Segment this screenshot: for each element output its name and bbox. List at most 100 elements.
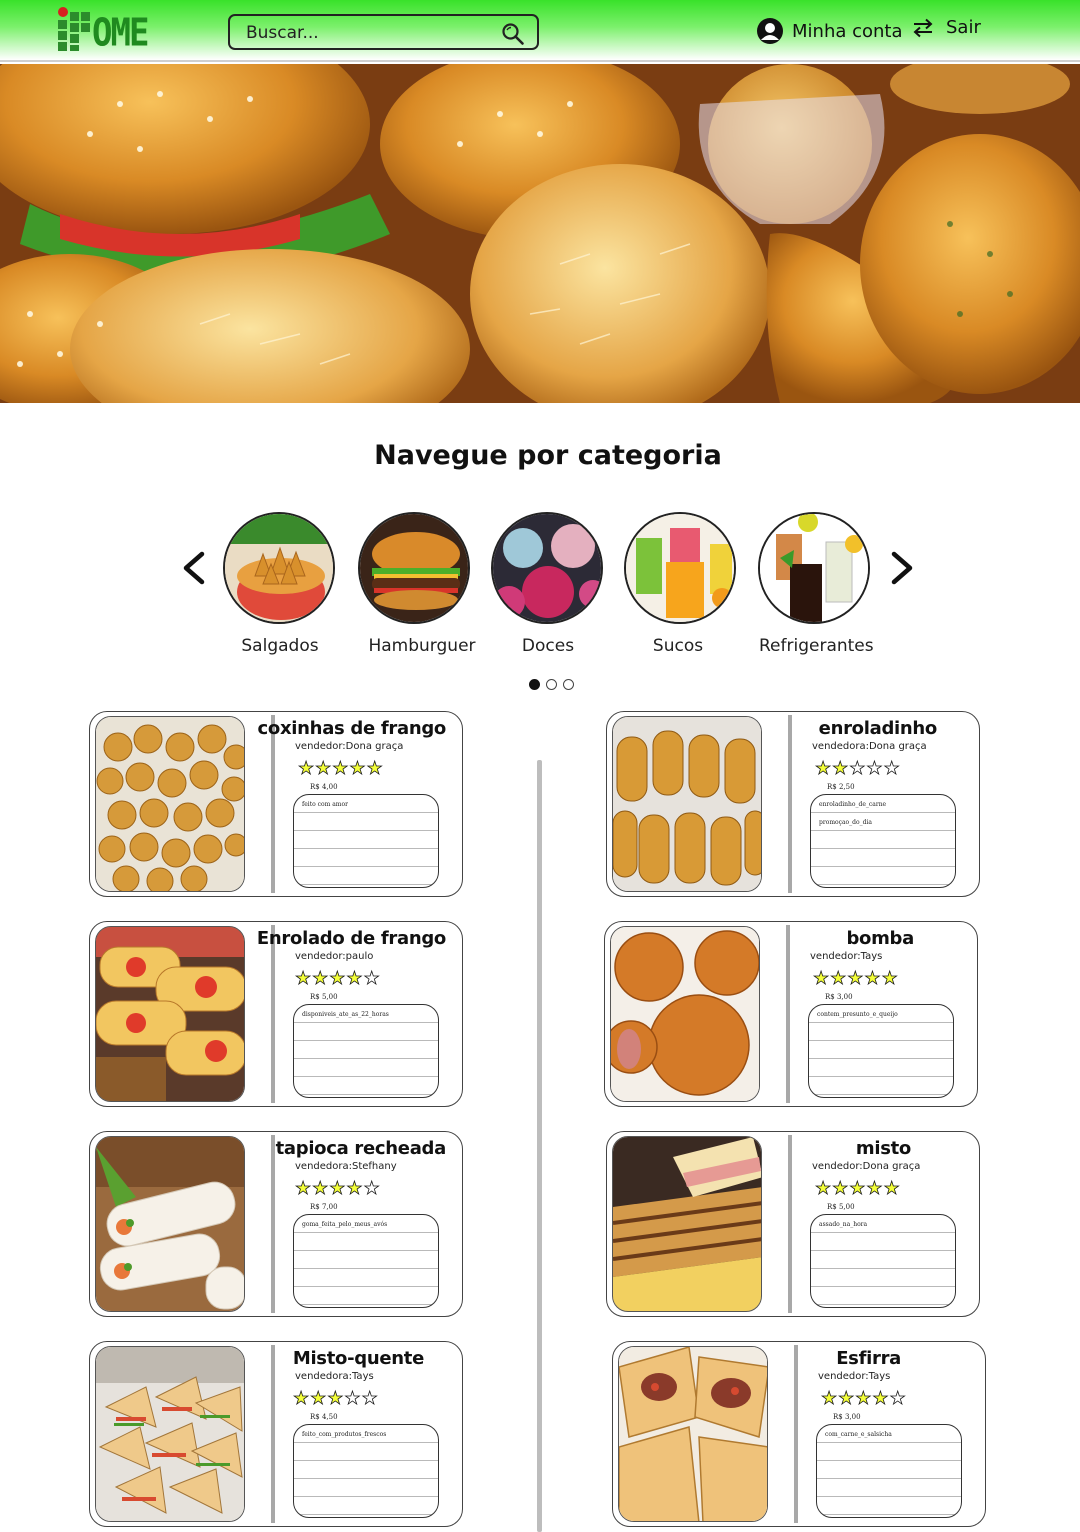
search-icon[interactable]: [501, 22, 525, 46]
carousel-dot-active[interactable]: [529, 679, 540, 690]
product-name: Enrolado de frango: [256, 928, 446, 949]
star-icon: ★: [363, 968, 381, 989]
product-photo: [610, 926, 760, 1102]
chevron-right-icon[interactable]: [888, 548, 918, 588]
product-seller: vendedor:Tays: [818, 1371, 891, 1382]
product-notes-box: feito_com_produtos_frescos: [293, 1424, 439, 1518]
product-card[interactable]: Esfirra vendedor:Tays ★★★★★ R$ 3,00 com_…: [612, 1341, 986, 1527]
product-price: R$ 3,00: [833, 1413, 861, 1421]
product-note-text: goma_feita_pelo_meus_avós: [302, 1221, 388, 1228]
product-note-text: disponiveis_ate_as_22_horas: [302, 1011, 389, 1018]
product-price: R$ 3,00: [825, 993, 853, 1001]
star-icon: ★: [830, 968, 848, 989]
star-icon: ★: [864, 968, 882, 989]
product-note-text: enroladinho_de_carne: [819, 801, 887, 808]
product-rating-stars: ★★★★★: [815, 758, 901, 779]
category-salgados-image[interactable]: [223, 512, 335, 624]
product-rating-stars: ★★★★★: [815, 1178, 901, 1199]
star-icon: ★: [293, 1388, 311, 1409]
product-photo: [95, 716, 245, 892]
star-icon: ★: [866, 1178, 884, 1199]
category-section-title: Navegue por categoria: [374, 440, 722, 471]
star-icon: ★: [295, 968, 313, 989]
column-divider: [537, 760, 542, 1532]
category-label: Refrigerantes: [759, 636, 873, 656]
product-photo: [612, 716, 762, 892]
category-sucos-image[interactable]: [624, 512, 736, 624]
card-divider: [271, 925, 275, 1103]
card-divider: [788, 715, 792, 893]
carousel-dot[interactable]: [563, 679, 574, 690]
product-notes-box: enroladinho_de_carne promoçao_do_dia: [810, 794, 956, 888]
category-refrigerantes-image[interactable]: [758, 512, 870, 624]
star-icon: ★: [849, 758, 867, 779]
product-seller: vendedora:Tays: [295, 1371, 374, 1382]
card-divider: [271, 1345, 275, 1523]
star-icon: ★: [838, 1388, 856, 1409]
account-link[interactable]: Minha conta: [756, 17, 903, 45]
product-photo: [95, 1346, 245, 1522]
star-icon: ★: [344, 1388, 362, 1409]
swap-arrows-icon: [913, 18, 933, 37]
star-icon: ★: [832, 758, 850, 779]
product-notes-box: goma_feita_pelo_meus_avós: [293, 1214, 439, 1308]
card-divider: [271, 1135, 275, 1313]
user-avatar-icon: [757, 18, 783, 44]
product-photo: [618, 1346, 768, 1522]
star-icon: ★: [847, 968, 865, 989]
product-seller: vendedor:Dona graça: [812, 1161, 921, 1172]
star-icon: ★: [366, 758, 384, 779]
carousel-dot[interactable]: [546, 679, 557, 690]
product-price: R$ 2,50: [827, 783, 855, 791]
product-photo: [95, 1136, 245, 1312]
star-icon: ★: [332, 758, 350, 779]
category-hamburguer-image[interactable]: [358, 512, 470, 624]
category-label: Sucos: [652, 636, 704, 656]
search-box[interactable]: [228, 14, 539, 50]
star-icon: ★: [821, 1388, 839, 1409]
product-card[interactable]: Misto-quente vendedora:Tays ★★★★★ R$ 4,5…: [89, 1341, 463, 1527]
product-rating-stars: ★★★★★: [821, 1388, 907, 1409]
product-card[interactable]: bomba vendedor:Tays ★★★★★ R$ 3,00 contem…: [604, 921, 978, 1107]
star-icon: ★: [315, 758, 333, 779]
product-rating-stars: ★★★★★: [295, 1178, 381, 1199]
product-card[interactable]: Enrolado de frango vendedor:paulo ★★★★★ …: [89, 921, 463, 1107]
product-card[interactable]: misto vendedor:Dona graça ★★★★★ R$ 5,00 …: [606, 1131, 980, 1317]
star-icon: ★: [889, 1388, 907, 1409]
star-icon: ★: [349, 758, 367, 779]
star-icon: ★: [329, 1178, 347, 1199]
star-icon: ★: [312, 1178, 330, 1199]
category-label: Doces: [521, 636, 575, 656]
product-name: Misto-quente: [292, 1348, 424, 1369]
star-icon: ★: [346, 1178, 364, 1199]
product-name: misto: [855, 1138, 911, 1159]
product-card[interactable]: coxinhas de frango vendedor:Dona graça ★…: [89, 711, 463, 897]
logout-label: Sair: [946, 17, 981, 38]
product-notes-box: feito com amor: [293, 794, 439, 888]
star-icon: ★: [883, 1178, 901, 1199]
product-notes-box: com_carne_e_salsicha: [816, 1424, 962, 1518]
star-icon: ★: [855, 1388, 873, 1409]
chevron-left-icon[interactable]: [178, 548, 208, 588]
product-rating-stars: ★★★★★: [293, 1388, 379, 1409]
product-note-text: com_carne_e_salsicha: [825, 1431, 892, 1438]
hero-banner-image: [0, 64, 1080, 403]
top-header: OME Minha conta Sair: [0, 0, 1080, 62]
product-card[interactable]: tapioca recheada vendedora:Stefhany ★★★★…: [89, 1131, 463, 1317]
star-icon: ★: [363, 1178, 381, 1199]
product-seller: vendedor:Tays: [810, 951, 883, 962]
product-rating-stars: ★★★★★: [295, 968, 381, 989]
category-doces-image[interactable]: [491, 512, 603, 624]
star-icon: ★: [312, 968, 330, 989]
star-icon: ★: [295, 1178, 313, 1199]
search-input[interactable]: [246, 21, 496, 45]
star-icon: ★: [361, 1388, 379, 1409]
product-note-text: feito com amor: [302, 801, 348, 808]
logout-link[interactable]: Sair: [912, 17, 981, 38]
star-icon: ★: [866, 758, 884, 779]
category-label: Salgados: [241, 636, 319, 656]
star-icon: ★: [310, 1388, 328, 1409]
star-icon: ★: [815, 1178, 833, 1199]
star-icon: ★: [883, 758, 901, 779]
product-card[interactable]: enroladinho vendedora:Dona graça ★★★★★ R…: [606, 711, 980, 897]
